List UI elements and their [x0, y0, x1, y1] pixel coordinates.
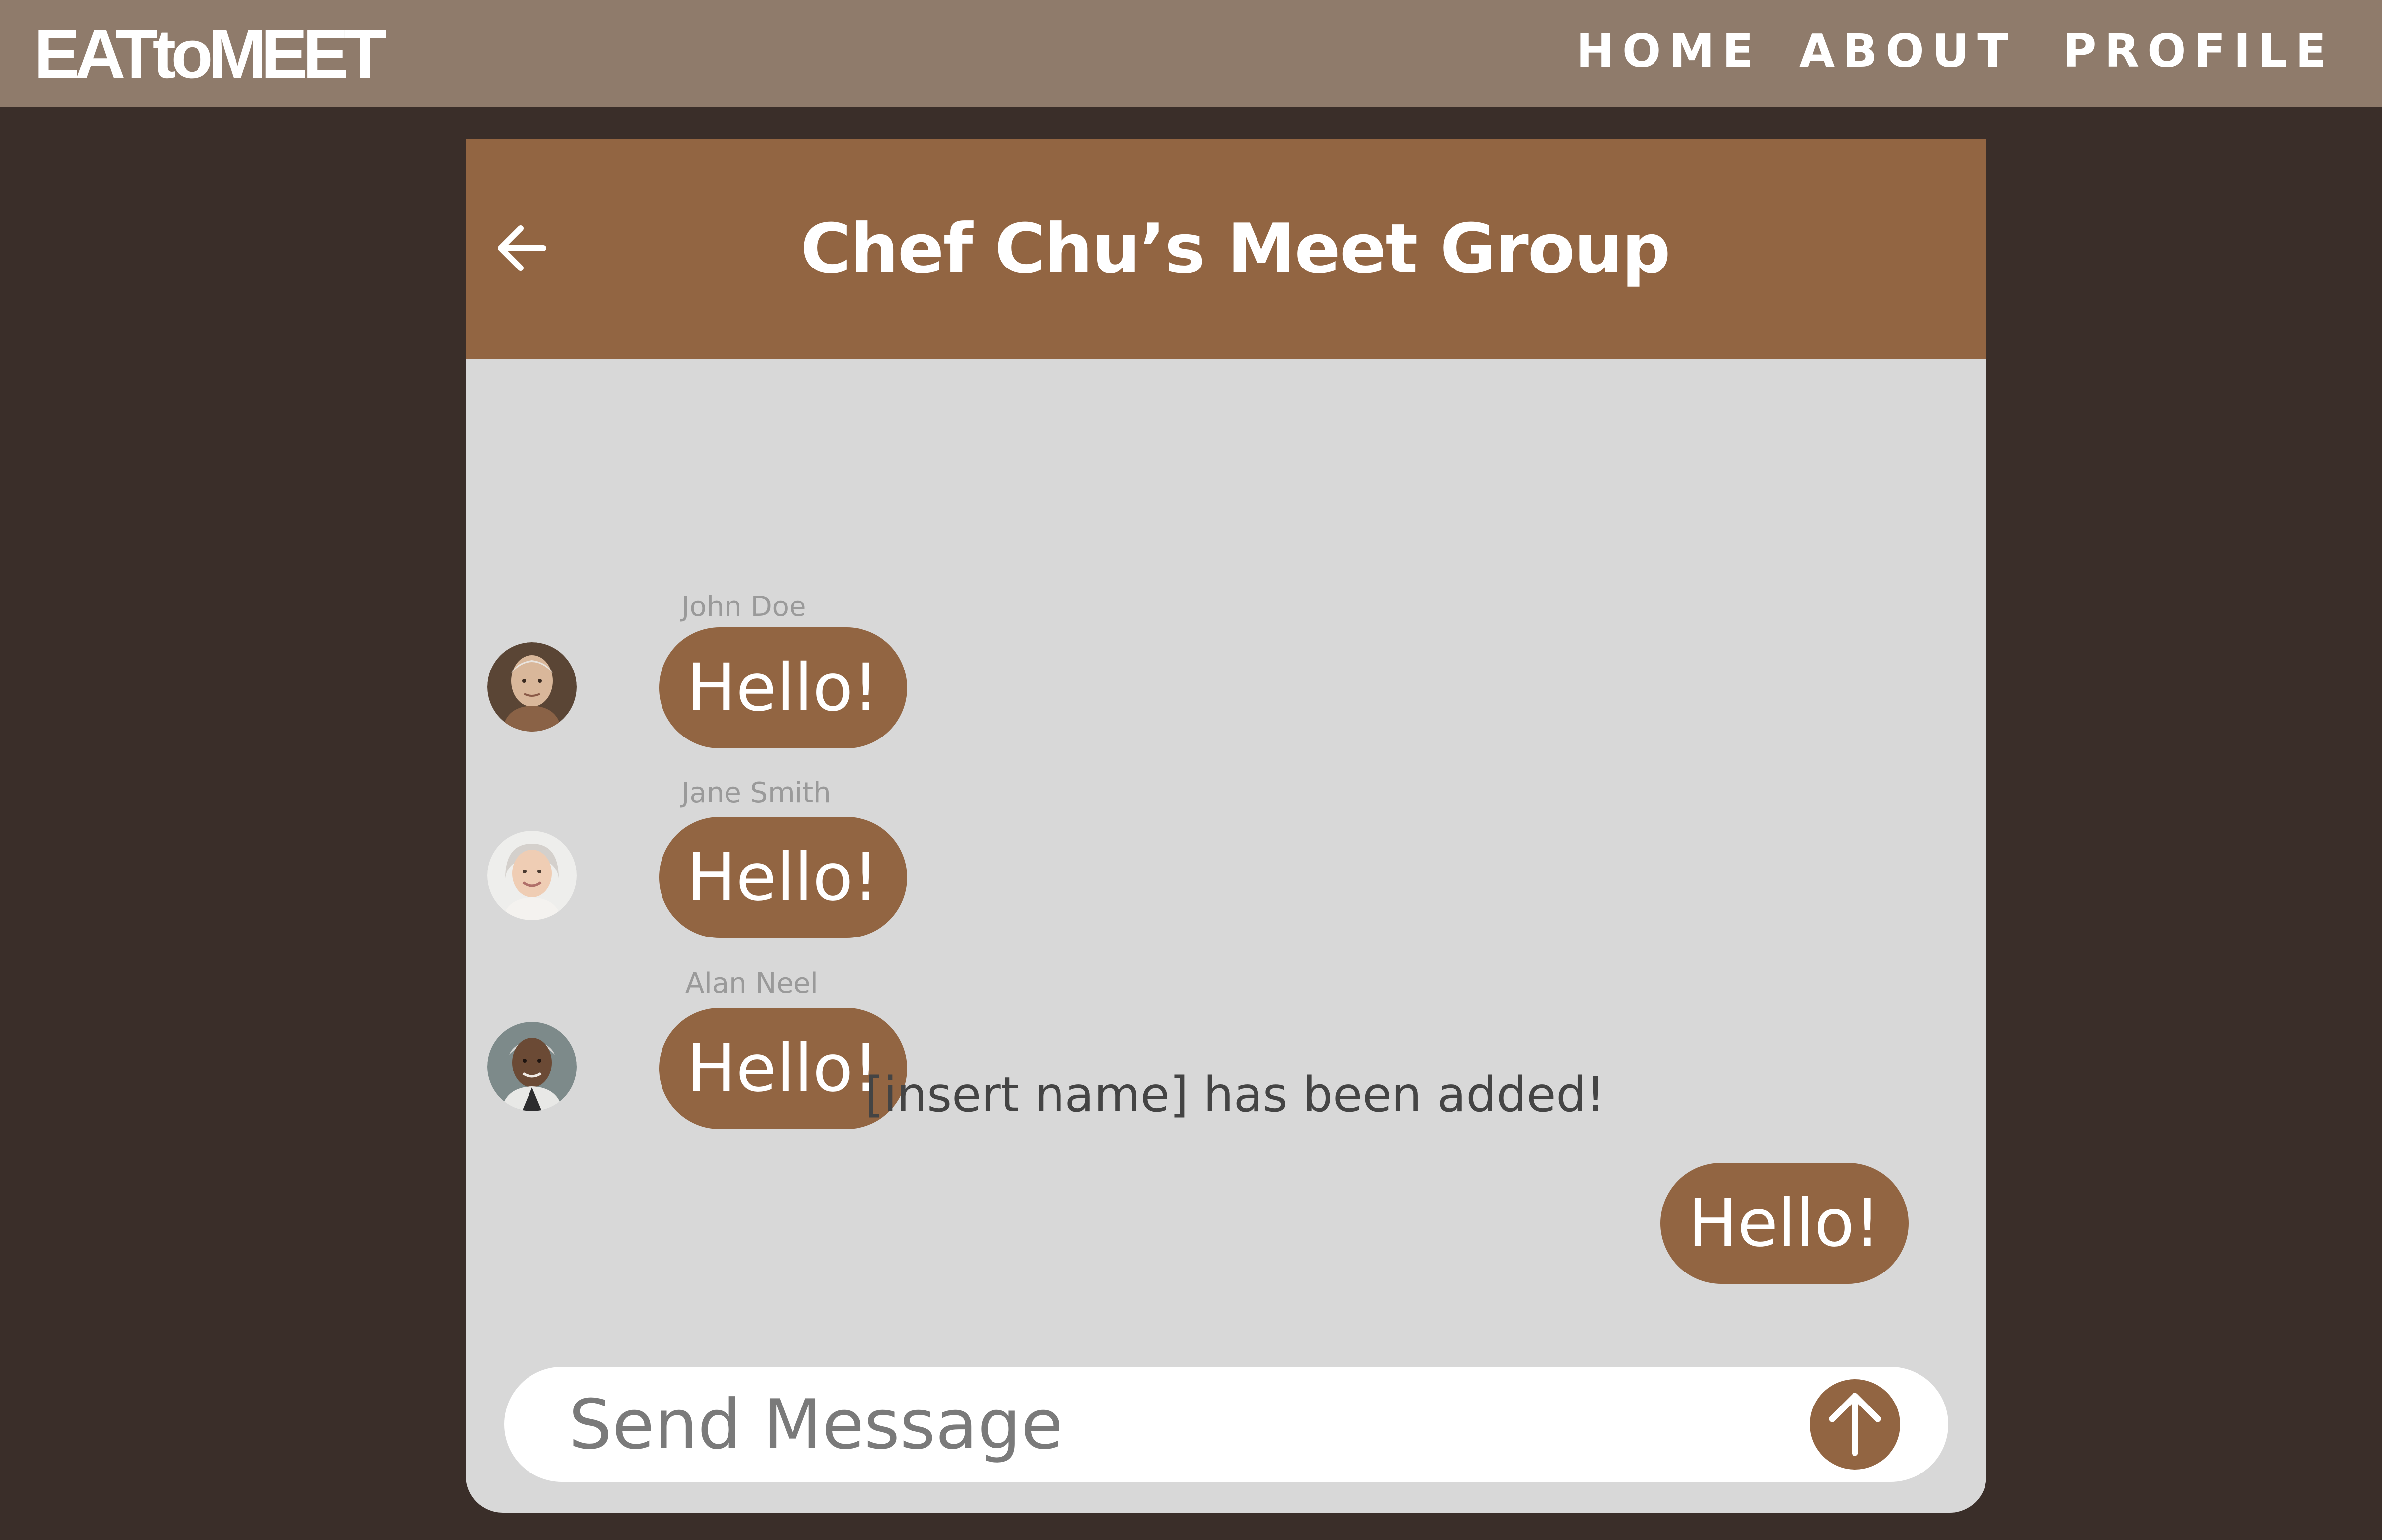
- chat-panel: Chef Chu’s Meet Group John Doe Hello! Ja…: [466, 139, 1986, 1513]
- avatar[interactable]: [487, 831, 577, 920]
- own-message-bubble[interactable]: Hello!: [1660, 1163, 1909, 1284]
- sender-name: Alan Neel: [685, 967, 818, 1000]
- chat-title: Chef Chu’s Meet Group: [800, 209, 1670, 289]
- message-row-jane-smith: Jane Smith Hello!: [466, 772, 1986, 938]
- message-bubble[interactable]: Hello!: [659, 627, 907, 748]
- system-notification: [insert name] has been added!: [865, 1067, 1605, 1123]
- chat-header: Chef Chu’s Meet Group: [466, 139, 1986, 359]
- send-button[interactable]: [1810, 1379, 1900, 1470]
- nav-about-link[interactable]: ABOUT: [1799, 24, 2016, 78]
- arrow-up-icon: [1829, 1393, 1881, 1456]
- message-input-bar: [504, 1367, 1948, 1482]
- message-row-john-doe: John Doe Hello!: [466, 586, 1986, 749]
- nav-profile-link[interactable]: PROFILE: [2063, 24, 2334, 78]
- message-input[interactable]: [569, 1372, 1809, 1477]
- app-logo[interactable]: EATtoMEET: [34, 17, 387, 91]
- message-bubble[interactable]: Hello!: [659, 817, 907, 938]
- sender-name: John Doe: [681, 591, 806, 623]
- sender-name: Jane Smith: [681, 777, 831, 809]
- avatar[interactable]: [487, 642, 577, 732]
- nav-home-link[interactable]: HOME: [1576, 24, 1762, 78]
- top-navigation-bar: EATtoMEET HOME ABOUT PROFILE: [0, 0, 2382, 107]
